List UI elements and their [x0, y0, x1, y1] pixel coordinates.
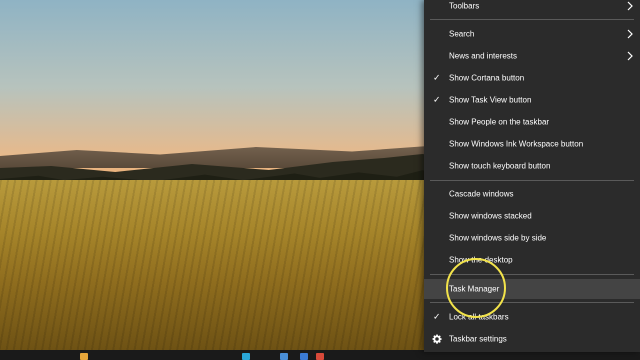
- menu-separator: [430, 19, 634, 20]
- menu-item-label: Search: [449, 29, 475, 39]
- menu-item-news-and-interests[interactable]: News and interests: [424, 46, 640, 66]
- menu-item-label: Task Manager: [449, 284, 500, 294]
- menu-item-show-the-desktop[interactable]: Show the desktop: [424, 250, 640, 270]
- mail-icon[interactable]: [300, 353, 308, 360]
- menu-item-label: Show People on the taskbar: [449, 117, 550, 127]
- menu-item-show-windows-side-by-side[interactable]: Show windows side by side: [424, 228, 640, 248]
- menu-item-label: Cascade windows: [449, 189, 514, 199]
- menu-separator: [430, 180, 634, 181]
- menu-item-cascade-windows[interactable]: Cascade windows: [424, 184, 640, 204]
- checkmark-icon: ✓: [433, 311, 441, 322]
- menu-item-taskbar-settings[interactable]: Taskbar settings: [424, 329, 640, 349]
- menu-item-label: Toolbars: [449, 1, 480, 11]
- store-icon[interactable]: [280, 353, 288, 360]
- chevron-right-icon: [627, 51, 633, 61]
- menu-item-show-cortana-button[interactable]: ✓ Show Cortana button: [424, 68, 640, 88]
- gear-icon: [432, 334, 442, 344]
- checkmark-icon: ✓: [433, 94, 441, 105]
- menu-item-label: Show touch keyboard button: [449, 161, 551, 171]
- menu-item-label: Show Task View button: [449, 95, 532, 105]
- edge-icon[interactable]: [242, 353, 250, 360]
- menu-item-show-task-view-button[interactable]: ✓ Show Task View button: [424, 90, 640, 110]
- menu-item-task-manager[interactable]: Task Manager: [424, 279, 640, 299]
- chevron-right-icon: [627, 29, 633, 39]
- menu-item-label: Lock all taskbars: [449, 312, 509, 322]
- menu-item-toolbars[interactable]: Toolbars: [424, 0, 640, 16]
- menu-separator: [430, 302, 634, 303]
- menu-item-label: Show windows side by side: [449, 233, 547, 243]
- menu-item-lock-all-taskbars[interactable]: ✓ Lock all taskbars: [424, 307, 640, 327]
- chevron-right-icon: [627, 1, 633, 11]
- menu-item-label: Show Cortana button: [449, 73, 525, 83]
- menu-item-search[interactable]: Search: [424, 24, 640, 44]
- menu-item-show-windows-stacked[interactable]: Show windows stacked: [424, 206, 640, 226]
- app-icon[interactable]: [80, 353, 88, 360]
- checkmark-icon: ✓: [433, 72, 441, 83]
- menu-item-label: Show windows stacked: [449, 211, 532, 221]
- menu-item-label: Taskbar settings: [449, 334, 507, 344]
- menu-item-show-windows-ink[interactable]: Show Windows Ink Workspace button: [424, 134, 640, 154]
- menu-item-label: News and interests: [449, 51, 518, 61]
- taskbar-context-menu: Toolbars Search News and interests ✓ Sho…: [424, 0, 640, 352]
- menu-item-show-touch-keyboard[interactable]: Show touch keyboard button: [424, 156, 640, 176]
- menu-item-label: Show the desktop: [449, 255, 513, 265]
- menu-separator: [430, 274, 634, 275]
- menu-item-show-people[interactable]: Show People on the taskbar: [424, 112, 640, 132]
- chrome-icon[interactable]: [316, 353, 324, 360]
- menu-item-label: Show Windows Ink Workspace button: [449, 139, 584, 149]
